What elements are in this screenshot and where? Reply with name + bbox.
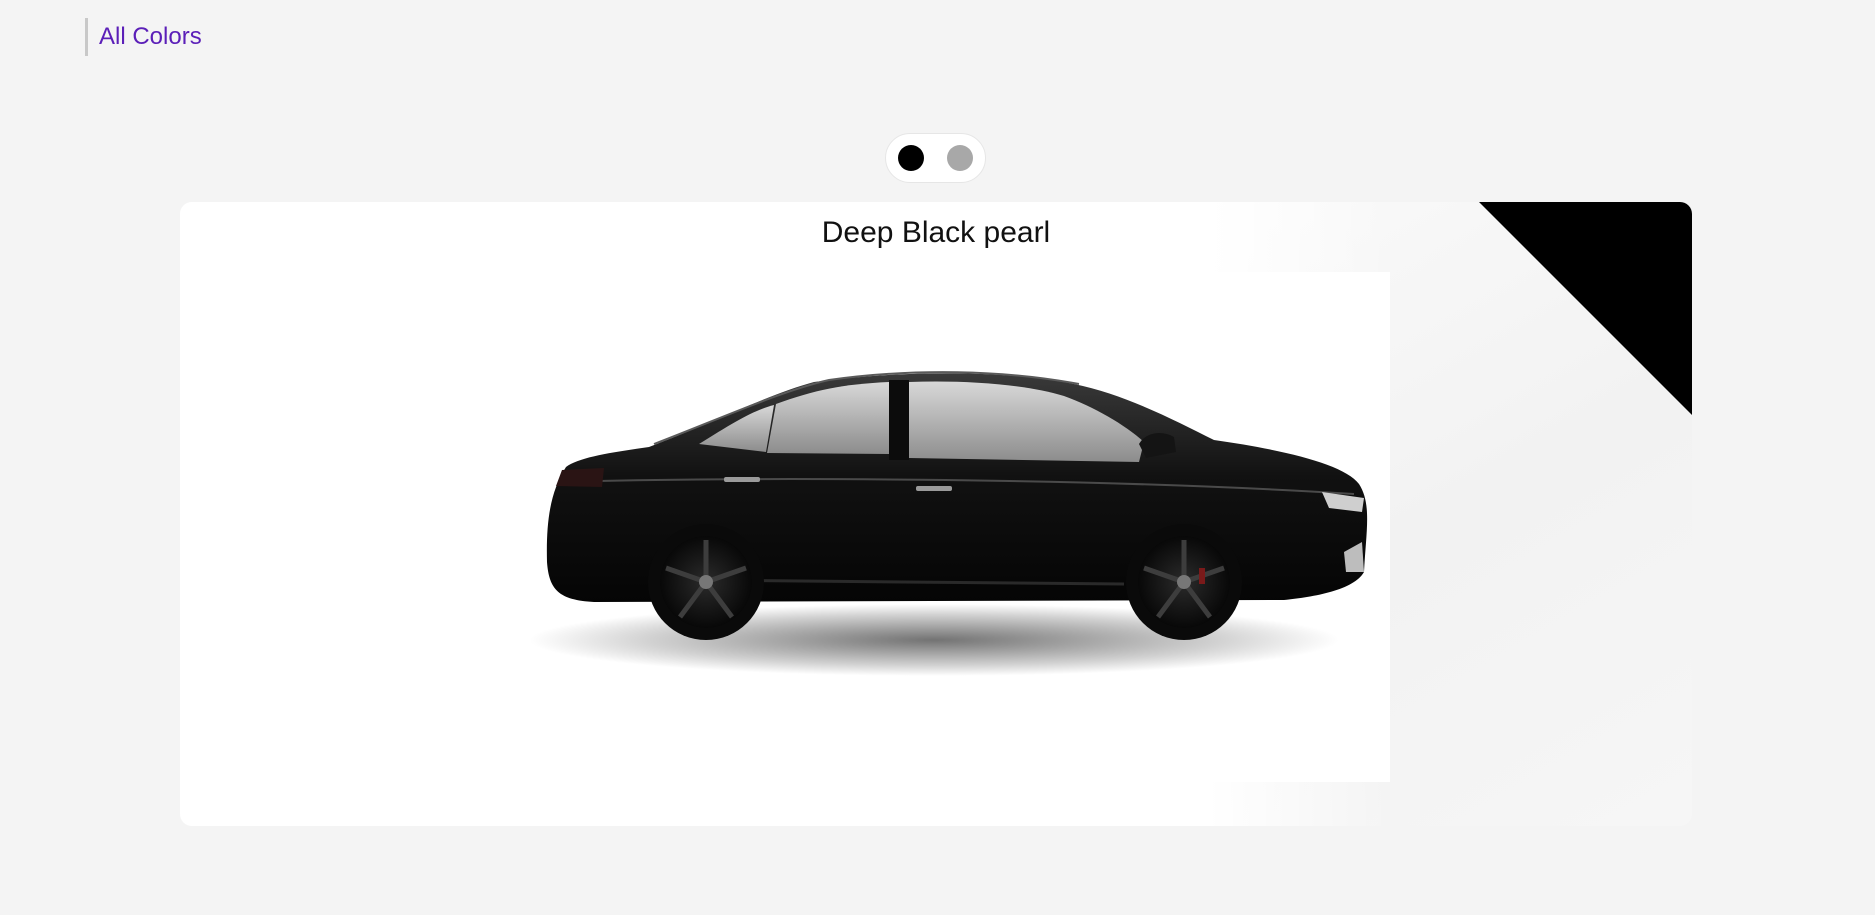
car-color-card: Deep Black pearl — [180, 202, 1692, 826]
color-name-title: Deep Black pearl — [821, 216, 1051, 249]
color-swatch-selector — [885, 133, 986, 183]
color-tabs: All Colors — [85, 18, 202, 56]
car-image — [484, 272, 1390, 782]
front-wheel — [1126, 524, 1242, 640]
rear-door-handle — [724, 477, 760, 482]
front-door-handle — [916, 486, 952, 491]
all-colors-link[interactable]: All Colors — [85, 18, 202, 56]
tail-light — [556, 468, 604, 487]
swatch-silver[interactable] — [947, 145, 973, 171]
swatch-deep-black-pearl[interactable] — [898, 145, 924, 171]
rear-wheel — [648, 524, 764, 640]
car-illustration — [529, 371, 1368, 676]
b-pillar — [889, 380, 909, 460]
